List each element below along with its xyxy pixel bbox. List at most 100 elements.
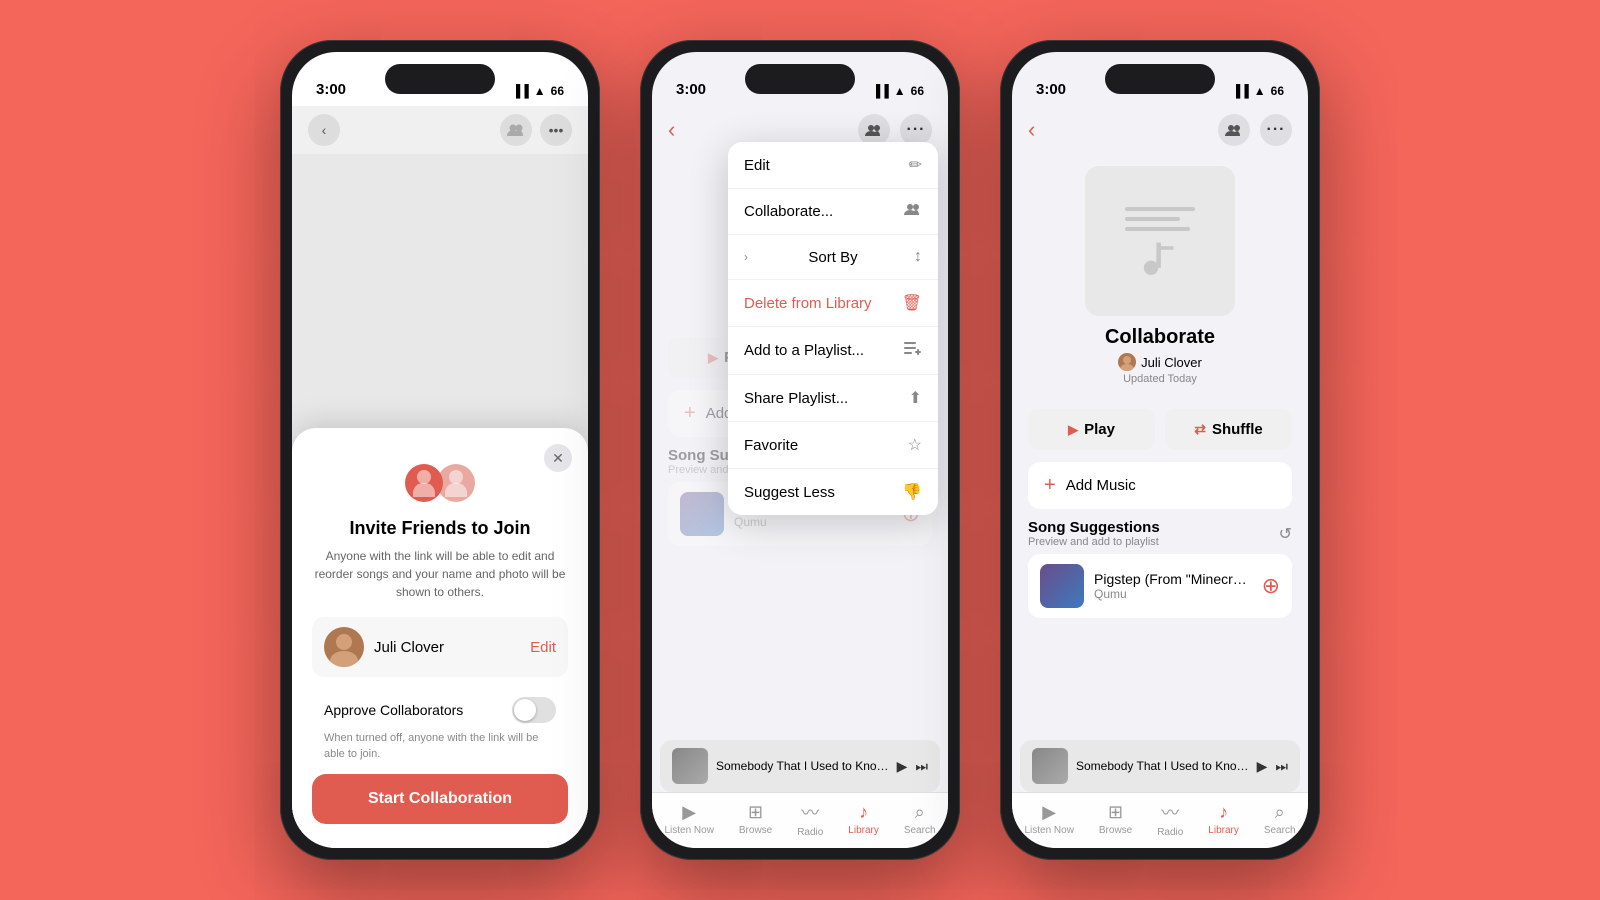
collab-icon-btn[interactable] — [500, 114, 532, 146]
menu-item-edit[interactable]: Edit ✏ — [728, 142, 938, 189]
status-icons-3: ▐▐ ▲ 66 — [1232, 84, 1284, 98]
edit-icon: ✏ — [909, 155, 922, 175]
suggestions-header-3: Song Suggestions Preview and add to play… — [1028, 519, 1292, 548]
tab-bar-3: ▶ Listen Now ⊞ Browse 〰 Radio ♪ Library … — [1012, 792, 1308, 848]
menu-item-delete[interactable]: Delete from Library 🗑 — [728, 280, 938, 327]
refresh-icon-3[interactable]: ↺ — [1279, 524, 1292, 544]
tab-browse-label: Browse — [739, 825, 772, 836]
tab-radio-label: Radio — [797, 827, 823, 838]
menu-item-collaborate[interactable]: Collaborate... — [728, 189, 938, 235]
battery-icon-3: 66 — [1271, 84, 1284, 98]
collab-user-name: Juli Clover — [1141, 355, 1202, 370]
tab-listen-label: Listen Now — [664, 825, 713, 836]
tab-search-label: Search — [904, 825, 936, 836]
menu-sortby-label: Sort By — [808, 249, 857, 266]
tab-library-3[interactable]: ♪ Library — [1208, 802, 1239, 836]
edit-link[interactable]: Edit — [530, 639, 556, 656]
back-btn-2[interactable]: ‹ — [668, 117, 675, 143]
phone1-content: ‹ ••• — [292, 106, 588, 848]
collab-meta: Juli Clover — [1118, 353, 1202, 371]
modal-description: Anyone with the link will be able to edi… — [312, 547, 568, 601]
invite-modal: ✕ Invite Friends to Join Anyone with the… — [292, 428, 588, 848]
tab-browse-icon: ⊞ — [748, 802, 763, 823]
menu-addplaylist-label: Add to a Playlist... — [744, 342, 864, 359]
play-control-2[interactable]: ▶ — [897, 758, 908, 775]
tab-search-label-3: Search — [1264, 825, 1296, 836]
tab-radio-3[interactable]: 〰 Radio — [1157, 799, 1183, 838]
menu-item-favorite[interactable]: Favorite ☆ — [728, 422, 938, 469]
song-artist-1: Qumu — [734, 515, 892, 529]
add-plus-3: + — [1044, 474, 1056, 497]
now-playing-bar-2[interactable]: Somebody That I Used to Know ( ▶ ⏭ — [660, 740, 940, 792]
tab-browse-icon-3: ⊞ — [1108, 802, 1123, 823]
skip-control-3[interactable]: ⏭ — [1275, 758, 1288, 775]
suggestions-title-group-3: Song Suggestions Preview and add to play… — [1028, 519, 1160, 548]
battery-icon: 66 — [551, 84, 564, 98]
menu-favorite-label: Favorite — [744, 437, 798, 454]
phone1-header: ‹ ••• — [292, 106, 588, 154]
user-row: Juli Clover Edit — [312, 617, 568, 677]
tab-search-2[interactable]: ⌕ Search — [904, 802, 936, 836]
signal-icon-2: ▐▐ — [872, 84, 889, 98]
play-label-3: Play — [1084, 421, 1115, 438]
menu-item-add-playlist[interactable]: Add to a Playlist... — [728, 327, 938, 375]
play-btn-3[interactable]: ▶ Play — [1028, 409, 1155, 450]
dynamic-island-2 — [745, 64, 855, 94]
signal-icon: ▐▐ — [512, 84, 529, 98]
dynamic-island-1 — [385, 64, 495, 94]
status-icons-2: ▐▐ ▲ 66 — [872, 84, 924, 98]
song-row-3-1: Pigstep (From "Minecraft") Qumu ⊕ — [1028, 554, 1292, 618]
tab-bar-2: ▶ Listen Now ⊞ Browse 〰 Radio ♪ Library … — [652, 792, 948, 848]
menu-item-suggest-less[interactable]: Suggest Less 👎 — [728, 469, 938, 515]
add-song-btn-3-1[interactable]: ⊕ — [1262, 573, 1280, 599]
tab-listen-now-2[interactable]: ▶ Listen Now — [664, 802, 713, 836]
collab-nav-btn-3[interactable] — [1218, 114, 1250, 146]
tab-listen-now-3[interactable]: ▶ Listen Now — [1024, 802, 1073, 836]
time-3: 3:00 — [1036, 81, 1066, 98]
nav-actions-3: ··· — [1218, 114, 1292, 146]
phone-1: 3:00 ▐▐ ▲ 66 ‹ — [280, 40, 600, 860]
np-title-2: Somebody That I Used to Know ( — [716, 759, 889, 773]
tab-listen-icon-3: ▶ — [1042, 802, 1056, 823]
context-menu: Edit ✏ Collaborate... › Sort By ↕ — [728, 142, 938, 515]
collab-art-container: Collaborate Juli Clover Updated Today — [1012, 154, 1308, 397]
tab-browse-2[interactable]: ⊞ Browse — [739, 802, 772, 836]
tab-search-icon-3: ⌕ — [1275, 802, 1285, 823]
song-art-3-1 — [1040, 564, 1084, 608]
suggestless-icon: 👎 — [902, 482, 922, 502]
approve-toggle[interactable] — [512, 697, 556, 723]
now-playing-bar-3[interactable]: Somebody That I Used to Know ( ▶ ⏭ — [1020, 740, 1300, 792]
toggle-knob — [514, 699, 536, 721]
modal-icon-area — [312, 456, 568, 506]
dynamic-island-3 — [1105, 64, 1215, 94]
add-music-row-3[interactable]: + Add Music — [1028, 462, 1292, 509]
wifi-icon-2: ▲ — [894, 84, 906, 98]
collab-note: When turned off, anyone with the link wi… — [312, 727, 568, 774]
tab-library-2[interactable]: ♪ Library — [848, 802, 879, 836]
suggestions-sub-3: Preview and add to playlist — [1028, 536, 1160, 548]
play-control-3[interactable]: ▶ — [1257, 758, 1268, 775]
shuffle-btn-3[interactable]: ⇄ Shuffle — [1165, 409, 1292, 450]
song-artist-3-1: Qumu — [1094, 587, 1252, 601]
start-collaboration-btn[interactable]: Start Collaboration — [312, 774, 568, 824]
menu-item-share[interactable]: Share Playlist... ⬆ — [728, 375, 938, 422]
menu-item-sortby[interactable]: › Sort By ↕ — [728, 235, 938, 280]
more-icon-btn[interactable]: ••• — [540, 114, 572, 146]
np-title-3: Somebody That I Used to Know ( — [1076, 759, 1249, 773]
skip-control-2[interactable]: ⏭ — [915, 758, 928, 775]
battery-icon-2: 66 — [911, 84, 924, 98]
tab-browse-3[interactable]: ⊞ Browse — [1099, 802, 1132, 836]
back-button[interactable]: ‹ — [308, 114, 340, 146]
tab-search-3[interactable]: ⌕ Search — [1264, 802, 1296, 836]
signal-icon-3: ▐▐ — [1232, 84, 1249, 98]
status-icons-1: ▐▐ ▲ 66 — [512, 84, 564, 98]
tab-radio-2[interactable]: 〰 Radio — [797, 799, 823, 838]
more-nav-btn-3[interactable]: ··· — [1260, 114, 1292, 146]
tab-library-icon: ♪ — [859, 802, 868, 823]
tab-listen-label-3: Listen Now — [1024, 825, 1073, 836]
favorite-icon: ☆ — [908, 435, 922, 455]
phone-2: 3:00 ▐▐ ▲ 66 ‹ ··· — [640, 40, 960, 860]
back-btn-3[interactable]: ‹ — [1028, 117, 1035, 143]
menu-suggestless-label: Suggest Less — [744, 484, 835, 501]
tab-radio-icon-3: 〰 — [1161, 799, 1179, 825]
